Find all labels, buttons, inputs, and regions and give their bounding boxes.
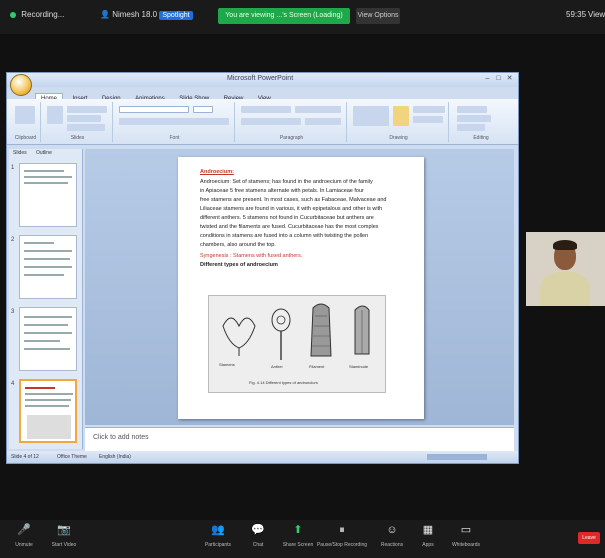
zoom-top-bar: Recording... 👤 Nimesh 18.0 Spotlight You… <box>0 0 605 34</box>
recording-indicator[interactable]: Recording... <box>10 10 64 19</box>
figure-label: Staminode <box>349 364 369 369</box>
language: English (India) <box>99 454 131 460</box>
figure-title: Different types of androecium <box>200 262 278 268</box>
notes-pane[interactable]: Click to add notes <box>85 427 514 451</box>
slide-thumbnail[interactable] <box>19 307 77 371</box>
reactions-icon: ☺ <box>386 524 398 536</box>
leave-button[interactable]: Leave <box>578 532 600 544</box>
ribbon-group-slides[interactable]: Slides <box>43 102 113 142</box>
slide-text-line: in Apiaceae 5 free stamens alternate wit… <box>200 188 364 194</box>
microphone-icon: 🎤 <box>17 524 31 536</box>
view-options-button[interactable]: View Options <box>356 8 400 24</box>
video-icon: 📷 <box>57 524 71 536</box>
panel-tabs: Slides Outline <box>9 149 82 159</box>
ribbon-group-paragraph[interactable]: Paragraph <box>237 102 347 142</box>
whiteboard-icon: ▭ <box>460 524 472 536</box>
recording-label: Recording... <box>21 10 65 19</box>
minimize-icon[interactable]: – <box>483 75 492 83</box>
viewing-banner: You are viewing ...'s Screen (Loading) <box>218 8 350 24</box>
slide-text-line: Liliaceae stamens are found in various, … <box>200 206 383 212</box>
panel-tab-slides[interactable]: Slides <box>9 149 31 157</box>
ribbon-group-clipboard[interactable]: Clipboard <box>11 102 41 142</box>
figure-label: Anther <box>271 364 283 369</box>
chat-label: Chat <box>252 542 264 548</box>
slide-text-line: twisted and the filaments are fused. Cuc… <box>200 224 379 230</box>
figure-label: Stamens <box>219 362 235 367</box>
host-indicator: 👤 Nimesh 18.0 Spotlight <box>100 10 193 20</box>
figure-caption: Fig. 4.14 Different types of androecium <box>249 380 318 385</box>
maximize-icon[interactable]: □ <box>494 75 503 83</box>
slide-thumbnail-selected[interactable] <box>19 379 77 443</box>
unmute-button[interactable]: 🎤 Unmute <box>2 524 46 548</box>
recording-dot-icon <box>10 11 16 18</box>
slide-text-line: free stamens are present. In most cases,… <box>200 197 387 203</box>
pause-stop-recording-button[interactable]: ⏸ Pause/Stop Recording <box>316 524 368 548</box>
host-name: Nimesh 18.0 <box>112 10 158 19</box>
share-screen-label: Share Screen <box>282 542 314 548</box>
unmute-label: Unmute <box>15 542 33 548</box>
slide-thumbnails-panel: Slides Outline 1 2 3 4 <box>9 149 83 449</box>
ribbon-group-drawing[interactable]: Drawing <box>349 102 449 142</box>
ppt-status-bar: Slide 4 of 12 Office Theme English (Indi… <box>7 451 518 463</box>
thumb-number: 3 <box>11 309 15 315</box>
syngenesis-line: Syngenesis : Stamens with fused anthers. <box>200 253 303 259</box>
share-screen-button[interactable]: ⬆ Share Screen <box>276 524 320 548</box>
slide-canvas: Androecium: Androecium: Set of stamens; … <box>85 149 514 425</box>
zoom-slider[interactable] <box>427 454 487 460</box>
view-mode-button[interactable]: View <box>588 10 605 19</box>
ribbon-group-editing[interactable]: Editing <box>451 102 511 142</box>
notes-placeholder: Click to add notes <box>93 434 149 441</box>
thumb-number: 2 <box>11 237 15 243</box>
user-icon: 👤 <box>100 10 110 19</box>
thumb-number: 1 <box>11 165 15 171</box>
slide-thumbnail[interactable] <box>19 235 77 299</box>
ribbon-tabs: Home Insert Design Animations Slide Show… <box>35 87 276 104</box>
current-slide[interactable]: Androecium: Androecium: Set of stamens; … <box>178 157 424 419</box>
record-icon: ⏸ <box>339 524 345 536</box>
chat-button[interactable]: 💬 Chat <box>236 524 280 548</box>
close-icon[interactable]: ✕ <box>505 75 514 83</box>
slide-count: Slide 4 of 12 <box>11 454 39 460</box>
spotlight-badge: Spotlight <box>159 11 193 20</box>
participant-hair <box>553 240 577 250</box>
slide-text-line: chambers, also around the top. <box>200 242 276 248</box>
ribbon: Clipboard Slides Font Paragraph Drawing … <box>7 99 518 145</box>
figure-label: Filament <box>309 364 325 369</box>
share-screen-icon: ⬆ <box>293 524 303 536</box>
recording-control-label: Pause/Stop Recording <box>316 542 368 548</box>
chat-icon: 💬 <box>251 524 265 536</box>
participant-shirt <box>540 272 590 306</box>
start-video-label: Start Video <box>51 542 77 548</box>
ribbon-group-font[interactable]: Font <box>115 102 235 142</box>
shared-powerpoint-window: Microsoft PowerPoint – □ ✕ Home Insert D… <box>6 72 519 464</box>
androecium-figure: Stamens Anther Filament Staminode Fig. 4… <box>208 295 386 393</box>
start-video-button[interactable]: 📷 Start Video <box>42 524 86 548</box>
zoom-bottom-toolbar: 🎤 Unmute 📷 Start Video 👥 Participants 💬 … <box>0 520 605 558</box>
slide-text-line: conditions in stamens are fused into a c… <box>200 233 369 239</box>
apps-icon: ▦ <box>422 524 434 536</box>
meeting-timer: 59:35 <box>566 10 587 19</box>
slide-thumbnail[interactable] <box>19 163 77 227</box>
thumb-number: 4 <box>11 381 15 387</box>
theme-name: Office Theme <box>57 454 87 460</box>
participants-icon: 👥 <box>211 524 225 536</box>
office-button[interactable] <box>10 74 32 96</box>
ppt-title-bar: Microsoft PowerPoint – □ ✕ <box>7 73 518 87</box>
whiteboards-label: Whiteboards <box>451 542 481 548</box>
whiteboards-button[interactable]: ▭ Whiteboards <box>444 524 488 548</box>
slide-heading: Androecium: <box>200 169 234 175</box>
slide-text-line: different anthers. 5 stamens not found i… <box>200 215 374 221</box>
participant-video[interactable] <box>526 232 605 306</box>
window-title: Microsoft PowerPoint <box>227 75 294 82</box>
slide-text-line: Androecium: Set of stamens; has found in… <box>200 179 373 185</box>
participants-button[interactable]: 👥 Participants <box>196 524 240 548</box>
panel-tab-outline[interactable]: Outline <box>32 149 56 157</box>
participants-label: Participants <box>204 542 232 548</box>
